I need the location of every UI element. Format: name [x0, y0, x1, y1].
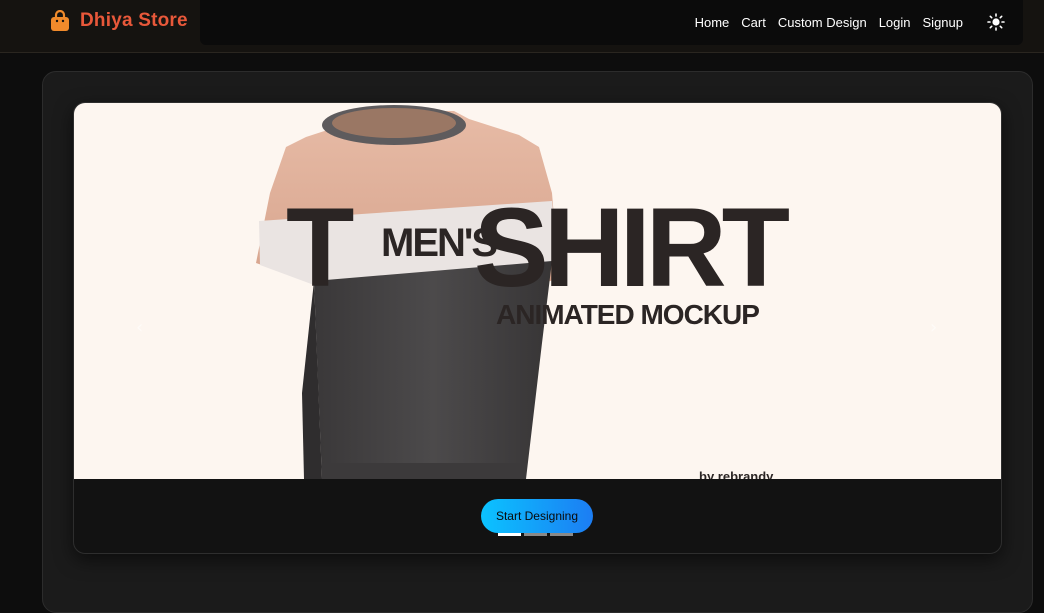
- nav-signup-link[interactable]: Signup: [923, 15, 963, 30]
- slide-credit: by rebrandy: [699, 469, 774, 479]
- slide-shirt-text: SHIRT: [474, 185, 790, 310]
- hero-carousel: T MEN'S SHIRT ANIMATED MOCKUP by rebrand…: [73, 102, 1002, 554]
- nav-cart-link[interactable]: Cart: [741, 15, 766, 30]
- nav-custom-design-link[interactable]: Custom Design: [778, 15, 867, 30]
- shopping-bag-icon: [51, 10, 69, 31]
- brand[interactable]: Dhiya Store: [50, 10, 188, 32]
- slide-big-t: T: [286, 185, 354, 310]
- carousel-indicator-1[interactable]: [498, 533, 521, 536]
- chevron-right-icon[interactable]: ›: [930, 317, 937, 338]
- nav-panel: Home Cart Custom Design Login Signup: [200, 0, 1023, 45]
- nav-login-link[interactable]: Login: [879, 15, 911, 30]
- slide-subtitle: ANIMATED MOCKUP: [496, 299, 760, 330]
- carousel-slide[interactable]: T MEN'S SHIRT ANIMATED MOCKUP by rebrand…: [74, 103, 1001, 479]
- sun-icon[interactable]: [987, 13, 1005, 31]
- main-nav: Home Cart Custom Design Login Signup: [695, 15, 963, 30]
- carousel-indicators: [498, 533, 573, 536]
- chevron-left-icon[interactable]: ‹: [136, 317, 143, 338]
- carousel-indicator-3[interactable]: [550, 533, 573, 536]
- brand-name: Dhiya Store: [80, 10, 188, 31]
- start-designing-button[interactable]: Start Designing: [481, 499, 593, 533]
- nav-home-link[interactable]: Home: [695, 15, 730, 30]
- carousel-indicator-2[interactable]: [524, 533, 547, 536]
- top-navbar: Dhiya Store Home Cart Custom Design Logi…: [0, 0, 1044, 53]
